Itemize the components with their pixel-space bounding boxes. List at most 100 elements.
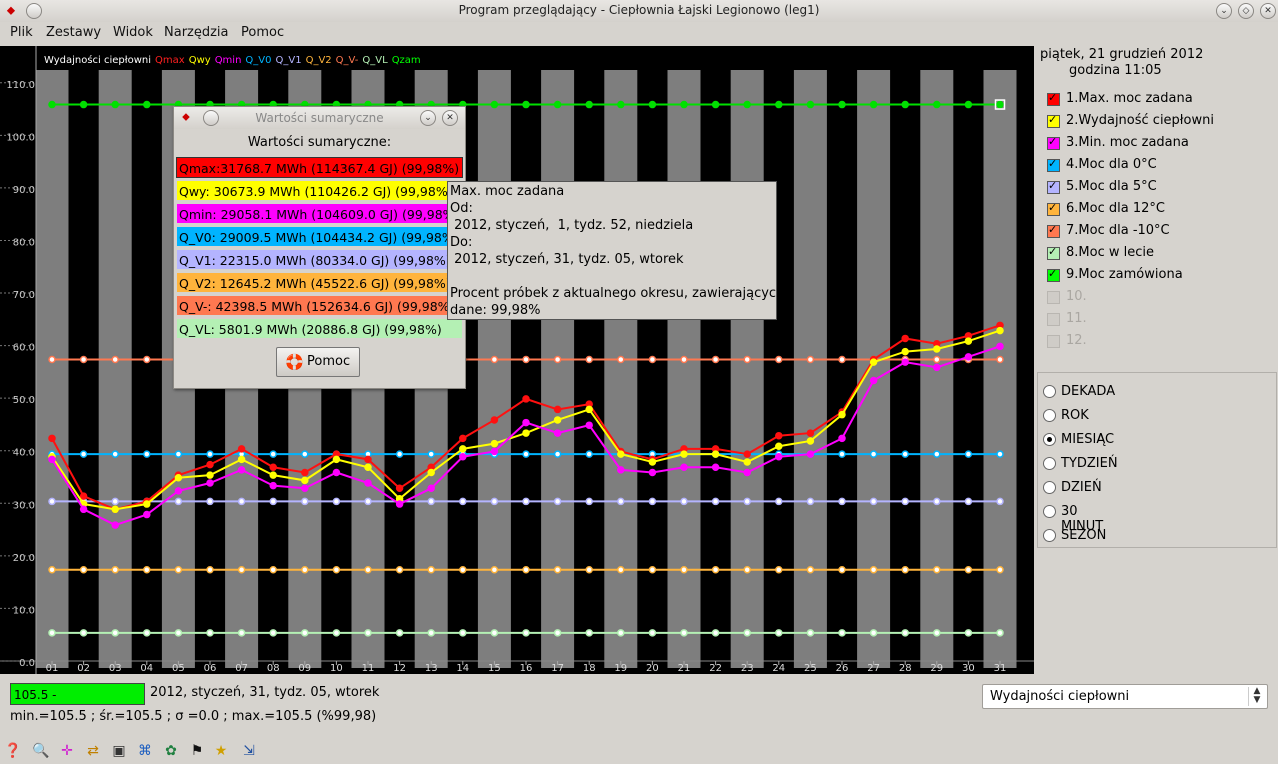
series-point: [996, 326, 1004, 335]
dataset-select[interactable]: Wydajności ciepłowni ▲ ▼: [982, 684, 1268, 709]
series-point: [364, 497, 372, 506]
legend-label: 1.Max. moc zadana: [1066, 91, 1193, 106]
legend-label: 5.Moc dla 5°C: [1066, 179, 1157, 194]
series-point: [901, 450, 909, 458]
radio-button[interactable]: [1043, 385, 1056, 398]
legend-label: 9.Moc zamówiona: [1066, 267, 1183, 282]
legend-checkbox[interactable]: [1047, 291, 1060, 304]
legend-checkbox[interactable]: [1047, 91, 1060, 106]
summary-row: Q_VL: 5801.9 MWh (20886.8 GJ) (99,98%): [176, 318, 463, 339]
window-icon[interactable]: ▣: [110, 742, 128, 760]
period-selector: DEKADA ROK MIESIĄC TYDZIEŃ DZIEŃ 30 MINUT SEZO…: [1037, 372, 1277, 548]
summary-row: Q_V0: 29009.5 MWh (104434.2 GJ) (99,98%): [176, 226, 463, 247]
series-point: [206, 450, 214, 458]
help-icon[interactable]: ❓: [4, 742, 22, 760]
summary-dialog: ⬥ Wartości sumaryczne ⌄ ✕ Wartości sumar…: [173, 106, 466, 389]
export-icon[interactable]: ⇲: [240, 742, 258, 760]
swap-icon[interactable]: ⇄: [84, 742, 102, 760]
legend-checkbox[interactable]: [1047, 135, 1060, 150]
y-tick-label: 80.0: [13, 237, 35, 248]
series-point: [775, 100, 783, 109]
series-point: [933, 345, 941, 353]
series-point: [364, 629, 372, 637]
series-point: [901, 566, 909, 574]
series-point: [680, 100, 688, 109]
plot-legend-label: Q_V0: [245, 55, 271, 66]
flag-icon[interactable]: ⚑: [188, 742, 206, 760]
day-column: [477, 70, 511, 668]
y-tick-label: 100.0: [6, 132, 35, 143]
minimize-icon[interactable]: ⌄: [1216, 3, 1232, 19]
palette-icon[interactable]: ✿: [162, 742, 180, 760]
chart-svg[interactable]: 0.0 10.0 20.0 30.0 40.0 50.0 60.0 70.0 80.0 90.0 1…: [0, 46, 1034, 674]
close-icon[interactable]: ✕: [1260, 3, 1276, 19]
legend-checkbox[interactable]: [1047, 335, 1060, 348]
dialog-minimize-icon[interactable]: ⌄: [420, 110, 436, 126]
series-point: [395, 566, 404, 574]
series-point: [332, 566, 341, 574]
summary-row: Qmax:31768.7 MWh (114367.4 GJ) (99,98%): [176, 157, 463, 178]
maximize-icon[interactable]: ◇: [1238, 3, 1254, 19]
zoom-icon[interactable]: 🔍: [32, 742, 50, 760]
series-point: [301, 629, 309, 637]
series-point: [459, 566, 467, 574]
menu-plik[interactable]: Plik: [10, 25, 33, 40]
tooltip-line: Procent próbek z aktualnego okresu, zawi…: [450, 286, 785, 301]
menu-widok[interactable]: Widok: [113, 25, 153, 40]
series-point: [585, 355, 593, 364]
radio-button[interactable]: [1043, 529, 1056, 542]
legend-checkbox[interactable]: [1047, 201, 1060, 216]
series-point: [332, 497, 341, 506]
series-point: [143, 629, 151, 637]
series-point: [838, 355, 846, 364]
series-point: [490, 629, 499, 637]
series-point: [806, 100, 815, 109]
series-point: [996, 100, 1004, 109]
help-button[interactable]: 🛟 Pomoc: [276, 347, 360, 377]
series-point: [838, 450, 846, 458]
series-point: [269, 481, 277, 490]
series-point: [648, 468, 657, 477]
legend-checkbox[interactable]: [1047, 179, 1060, 194]
current-value: 105.5 -: [10, 683, 145, 705]
menu-narzedzia[interactable]: Narzędzia: [164, 25, 229, 40]
dialog-close-icon[interactable]: ✕: [442, 110, 458, 126]
chart-area[interactable]: 0.0 10.0 20.0 30.0 40.0 50.0 60.0 70.0 80.0 90.0 1…: [0, 46, 1034, 674]
plot-legend-label: Q_V-: [336, 55, 359, 66]
legend-checkbox[interactable]: [1047, 223, 1060, 238]
series-point: [838, 434, 846, 443]
summary-row: Q_V-: 42398.5 MWh (152634.6 GJ) (99,98%): [176, 295, 463, 316]
legend-label: 2.Wydajność ciepłowni: [1066, 113, 1214, 128]
series-point: [143, 566, 151, 574]
crosshair-icon[interactable]: ✛: [58, 742, 76, 760]
radio-button[interactable]: [1043, 433, 1056, 446]
series-point: [427, 566, 435, 574]
legend-checkbox[interactable]: [1047, 157, 1060, 172]
series-point: [775, 431, 783, 440]
series-point: [395, 484, 404, 493]
series-point: [617, 497, 625, 506]
series-point: [332, 468, 341, 477]
series-point: [806, 566, 815, 574]
tooltip-line: Do:: [450, 235, 473, 250]
menu-pomoc[interactable]: Pomoc: [241, 25, 284, 40]
series-point: [48, 497, 56, 506]
legend-checkbox[interactable]: [1047, 113, 1060, 128]
series-point: [490, 100, 499, 109]
series-point: [964, 566, 973, 574]
filter-icon[interactable]: ⌘: [136, 742, 154, 760]
window-title: Program przeglądający - Ciepłownia Łajsk…: [458, 3, 820, 17]
series-point: [174, 497, 183, 506]
star-icon[interactable]: ★: [212, 742, 230, 760]
legend-checkbox[interactable]: [1047, 267, 1060, 282]
radio-button[interactable]: [1043, 457, 1056, 470]
radio-button[interactable]: [1043, 481, 1056, 494]
menu-zestawy[interactable]: Zestawy: [46, 25, 101, 40]
radio-button[interactable]: [1043, 409, 1056, 422]
series-point: [933, 566, 941, 574]
series-point: [111, 355, 119, 364]
legend-checkbox[interactable]: [1047, 313, 1060, 326]
legend-checkbox[interactable]: [1047, 245, 1060, 260]
radio-button[interactable]: [1043, 505, 1056, 518]
series-point: [522, 450, 530, 458]
